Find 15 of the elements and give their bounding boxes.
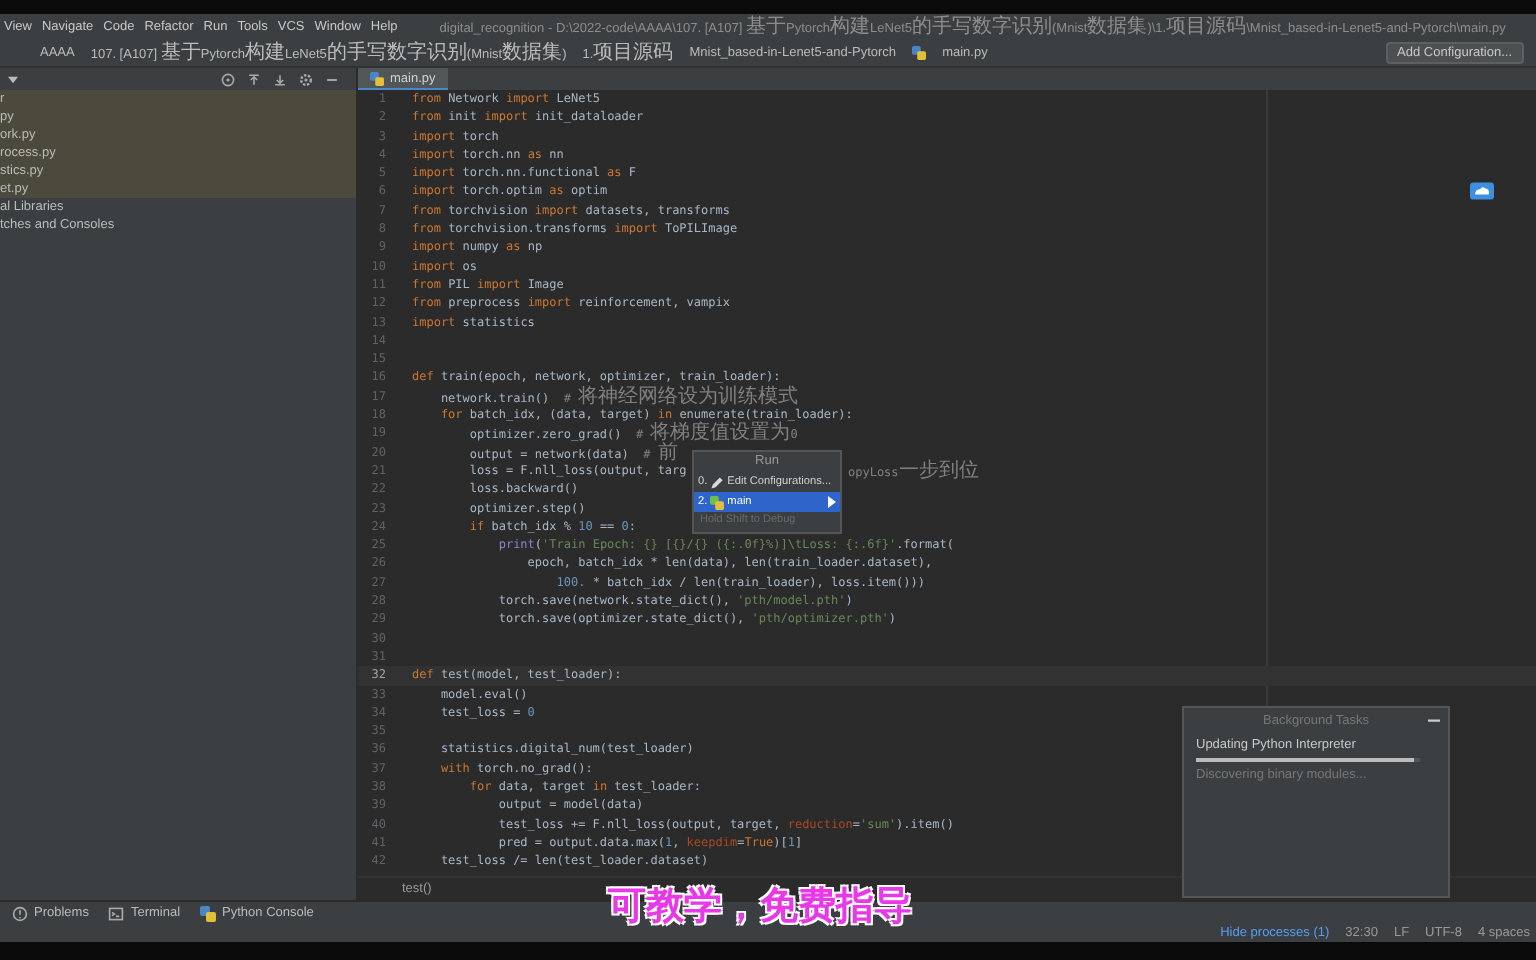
cloud-icon[interactable] xyxy=(1470,182,1494,200)
caret-icon[interactable] xyxy=(8,75,18,83)
expand-icon[interactable] xyxy=(272,71,288,87)
collapse-icon[interactable] xyxy=(246,71,262,87)
settings-icon[interactable] xyxy=(298,71,314,87)
warning-icon xyxy=(12,905,28,921)
python-icon xyxy=(200,905,217,921)
minimize-icon[interactable] xyxy=(1428,717,1440,723)
python-file-icon xyxy=(370,71,384,85)
submenu-arrow-icon xyxy=(828,496,836,508)
python-icon xyxy=(710,495,725,509)
terminal-icon xyxy=(108,905,125,921)
python-file-icon xyxy=(912,46,927,60)
subtitle-caption: 可教学，免费指导 xyxy=(608,882,912,930)
target-icon[interactable] xyxy=(220,71,236,87)
